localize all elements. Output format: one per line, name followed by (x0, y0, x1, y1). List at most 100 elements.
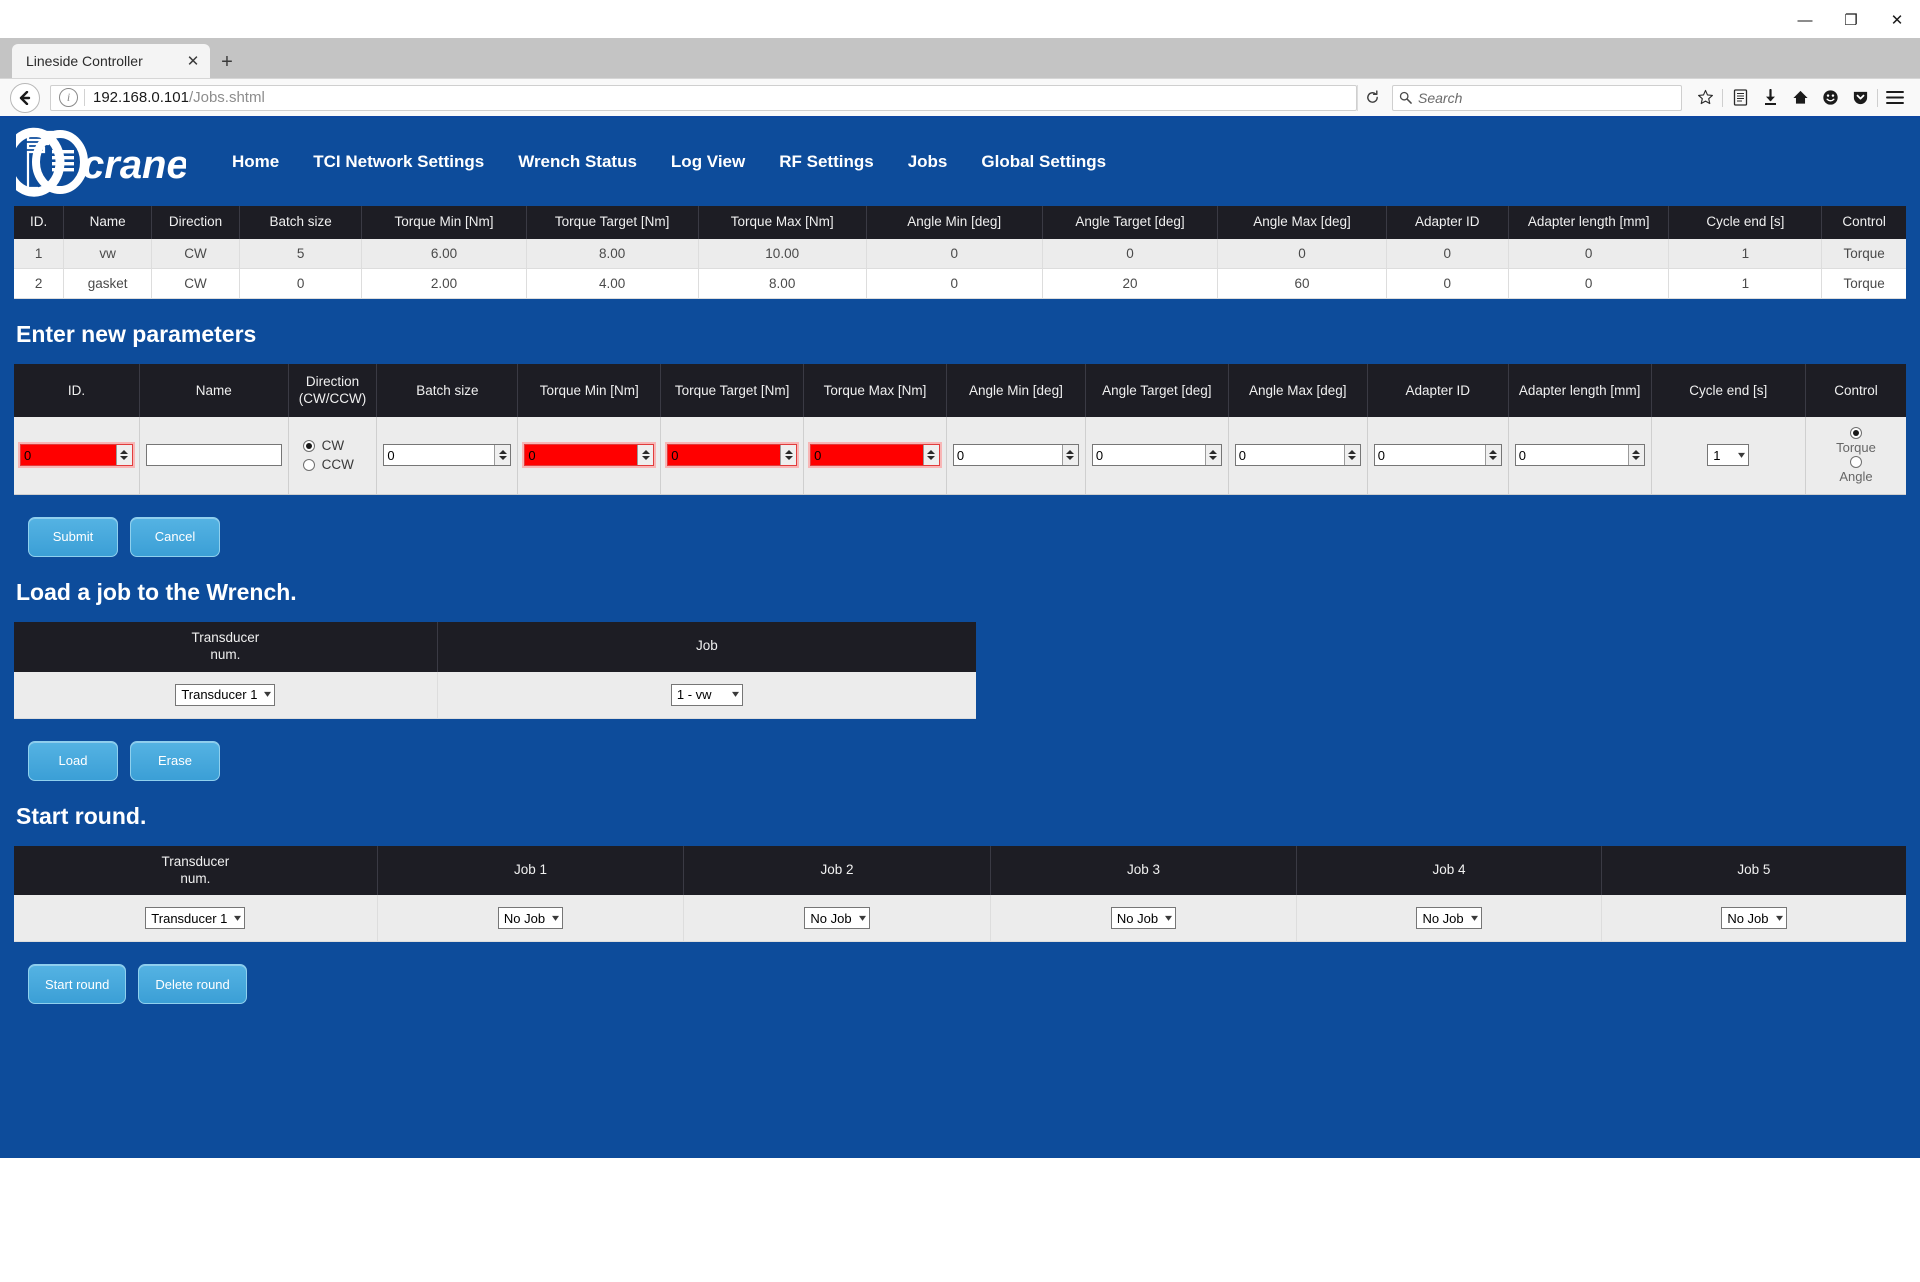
radio-angle-icon[interactable] (1850, 455, 1862, 468)
torque-max-input[interactable]: 0 (810, 444, 940, 467)
table-row[interactable]: 2 gasket CW 0 2.00 4.00 8.00 0 20 60 0 0… (14, 268, 1906, 299)
round-col-job1: Job 1 (377, 845, 685, 896)
window-controls: — ❐ ✕ (1782, 0, 1920, 40)
nav-item-rf-settings[interactable]: RF Settings (779, 152, 873, 172)
menu-icon[interactable] (1880, 83, 1910, 113)
load-button[interactable]: Load (28, 740, 118, 781)
search-input[interactable]: Search (1392, 84, 1682, 111)
round-job2-value: No Job (810, 910, 852, 926)
adapter-id-input[interactable]: 0 (1373, 444, 1502, 467)
torque-max-stepper[interactable] (922, 445, 939, 466)
chevron-down-icon: ▾ (234, 912, 242, 924)
cell-angle-max: 0 (1217, 238, 1387, 269)
id-stepper[interactable] (115, 445, 132, 466)
browser-tab[interactable]: Lineside Controller ✕ (12, 44, 210, 78)
angle-target-stepper[interactable] (1204, 445, 1221, 466)
cancel-button[interactable]: Cancel (130, 516, 220, 557)
round-job5-select[interactable]: No Job ▾ (1721, 907, 1787, 930)
angle-min-input[interactable]: 0 (952, 444, 1079, 467)
star-icon[interactable] (1690, 83, 1720, 113)
radio-cw-icon[interactable] (302, 439, 315, 452)
table-row[interactable]: 1 vw CW 5 6.00 8.00 10.00 0 0 0 0 0 1 To… (14, 238, 1906, 269)
back-icon[interactable] (10, 82, 40, 113)
chevron-down-icon: ▾ (731, 689, 739, 701)
round-job4-select[interactable]: No Job ▾ (1416, 907, 1482, 930)
download-icon[interactable] (1755, 83, 1785, 113)
nav-item-log-view[interactable]: Log View (671, 152, 745, 172)
site-header: crane Home TCI Network Settings Wrench S… (0, 118, 1920, 206)
adapter-length-input[interactable]: 0 (1514, 444, 1645, 467)
radio-ccw-icon[interactable] (302, 458, 315, 471)
start-round-button[interactable]: Start round (28, 964, 127, 1005)
load-job-select[interactable]: 1 - vw ▾ (670, 683, 743, 706)
nav-item-home[interactable]: Home (232, 152, 279, 172)
load-job-header-row: Transducer num. Job (14, 621, 976, 672)
angle-max-stepper[interactable] (1343, 445, 1360, 466)
smiley-icon[interactable] (1815, 83, 1845, 113)
round-job2-select[interactable]: No Job ▾ (804, 907, 870, 930)
nav-item-wrench-status[interactable]: Wrench Status (518, 152, 637, 172)
window-top-strip: Lineside Controller ✕ + — ❐ ✕ (0, 0, 1920, 78)
address-bar[interactable]: i 192.168.0.101/Jobs.shtml (50, 84, 1357, 111)
home-icon[interactable] (1785, 83, 1815, 113)
direction-option-cw[interactable]: CW (302, 438, 344, 453)
cell-input-adapter-id: 0 (1367, 416, 1509, 495)
torque-target-input[interactable]: 0 (667, 444, 798, 467)
erase-button[interactable]: Erase (130, 740, 220, 781)
control-torque-label: Torque (1836, 439, 1876, 455)
delete-round-button[interactable]: Delete round (138, 964, 247, 1005)
pocket-icon[interactable] (1845, 83, 1875, 113)
angle-min-value: 0 (956, 447, 965, 463)
page-title-load-job: Load a job to the Wrench. (16, 578, 297, 605)
adapter-id-stepper[interactable] (1484, 445, 1501, 466)
torque-target-stepper[interactable] (780, 445, 797, 466)
round-job3-select[interactable]: No Job ▾ (1110, 907, 1177, 930)
cell-round-job4: No Job ▾ (1296, 895, 1602, 943)
reload-icon[interactable] (1357, 84, 1386, 111)
jobs-table: ID. Name Direction Batch size Torque Min… (14, 206, 1906, 299)
crane-logo[interactable]: crane (3, 126, 189, 198)
chevron-down-icon: ▾ (1738, 449, 1746, 461)
col-id: ID. (14, 206, 65, 239)
radio-torque-icon[interactable] (1850, 426, 1862, 439)
round-col-transducer-line2: num. (180, 870, 211, 886)
name-input[interactable] (145, 444, 282, 467)
form-col-angle-max: Angle Max [deg] (1228, 363, 1368, 417)
cycle-end-select[interactable]: 1 ▾ (1707, 444, 1750, 467)
cell-round-job1: No Job ▾ (377, 895, 685, 943)
round-job4-value: No Job (1422, 910, 1464, 926)
round-job1-select[interactable]: No Job ▾ (497, 907, 564, 930)
info-icon[interactable]: i (59, 88, 78, 107)
restore-icon[interactable]: ❐ (1828, 0, 1874, 40)
cell-control: Torque (1821, 238, 1906, 269)
angle-min-stepper[interactable] (1061, 445, 1078, 466)
cell-input-angle-target: 0 (1085, 416, 1229, 495)
round-transducer-select[interactable]: Transducer 1 ▾ (145, 907, 246, 930)
minimize-icon[interactable]: — (1782, 0, 1828, 40)
cell-load-job: 1 - vw ▾ (437, 671, 976, 719)
torque-target-value: 0 (671, 447, 679, 463)
angle-target-input[interactable]: 0 (1091, 444, 1222, 467)
close-icon[interactable]: ✕ (184, 52, 202, 70)
col-adapter-id: Adapter ID (1386, 206, 1509, 239)
angle-max-input[interactable]: 0 (1234, 444, 1361, 467)
batch-size-stepper[interactable] (494, 445, 511, 466)
torque-min-stepper[interactable] (637, 445, 654, 466)
adapter-length-stepper[interactable] (1627, 445, 1644, 466)
submit-button[interactable]: Submit (28, 516, 118, 557)
direction-option-ccw[interactable]: CCW (302, 457, 354, 472)
nav-item-tci-network-settings[interactable]: TCI Network Settings (313, 152, 484, 172)
torque-min-input[interactable]: 0 (524, 444, 655, 467)
batch-size-input[interactable]: 0 (383, 444, 512, 467)
cell-torque-target: 4.00 (526, 268, 699, 299)
load-transducer-select[interactable]: Transducer 1 ▾ (175, 683, 276, 706)
nav-item-global-settings[interactable]: Global Settings (981, 152, 1106, 172)
browser-titlebar: Lineside Controller ✕ + (0, 38, 1920, 78)
plus-icon[interactable]: + (212, 46, 242, 78)
reader-icon[interactable] (1725, 83, 1755, 113)
nav-item-jobs[interactable]: Jobs (908, 152, 948, 172)
close-window-icon[interactable]: ✕ (1874, 0, 1920, 40)
cell-input-torque-min: 0 (517, 416, 662, 495)
id-input[interactable]: 0 (20, 444, 133, 467)
round-job1-value: No Job (503, 910, 546, 926)
